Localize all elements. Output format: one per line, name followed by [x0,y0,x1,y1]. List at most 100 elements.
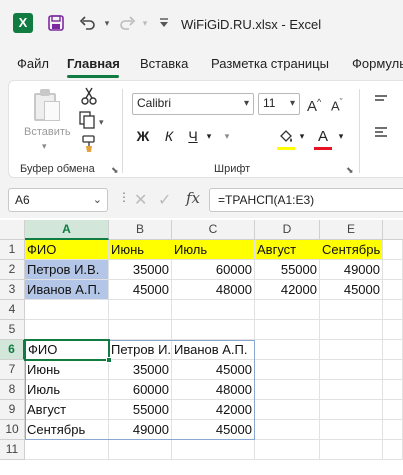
fill-color-icon[interactable] [277,125,295,147]
cell-d5[interactable] [255,320,320,340]
font-color-dropdown-icon[interactable]: ▾ [336,125,346,147]
cell-e4[interactable] [320,300,383,320]
cell-d2[interactable]: 55000 [255,260,320,280]
cell-b8[interactable]: 60000 [109,380,172,400]
cell-c11[interactable] [172,440,255,460]
cell-c7[interactable]: 45000 [172,360,255,380]
insert-function-icon[interactable]: fx [186,189,200,207]
cell-d10[interactable] [255,420,320,440]
cell-b2[interactable]: 35000 [109,260,172,280]
cell-b7[interactable]: 35000 [109,360,172,380]
column-header-a[interactable]: A [25,220,109,240]
cell-f2[interactable] [383,260,403,280]
cell-d4[interactable] [255,300,320,320]
cell-c6[interactable]: Иванов А.П. [172,340,255,360]
cell-e3[interactable]: 45000 [320,280,383,300]
tab-insert[interactable]: Вставка [140,56,188,71]
cell-b1[interactable]: Июнь [109,240,172,260]
cell-e9[interactable] [320,400,383,420]
cell-e10[interactable] [320,420,383,440]
cell-c3[interactable]: 48000 [172,280,255,300]
cancel-icon[interactable]: ✕ [134,190,147,210]
cell-e7[interactable] [320,360,383,380]
cell-c5[interactable] [172,320,255,340]
column-header-d[interactable]: D [255,220,320,240]
row-header-3[interactable]: 3 [0,280,25,300]
cell-a7[interactable]: Июнь [25,360,109,380]
row-header-7[interactable]: 7 [0,360,25,380]
tab-page-layout[interactable]: Разметка страницы [211,56,329,71]
cell-f11[interactable] [383,440,403,460]
cell-a9[interactable]: Август [25,400,109,420]
cell-d1[interactable]: Август [255,240,320,260]
cell-c4[interactable] [172,300,255,320]
copy-icon[interactable] [79,111,95,134]
font-name-select[interactable]: Calibri ▾ [132,93,254,115]
font-launcher-icon[interactable]: ⬊ [346,165,354,176]
enter-icon[interactable]: ✓ [158,190,171,210]
cell-f9[interactable] [383,400,403,420]
cell-c9[interactable]: 42000 [172,400,255,420]
cell-a5[interactable] [25,320,109,340]
row-header-4[interactable]: 4 [0,300,25,320]
row-header-2[interactable]: 2 [0,260,25,280]
underline-button[interactable]: Ч [185,125,201,147]
cell-d9[interactable] [255,400,320,420]
paste-dropdown-icon[interactable]: ▾ [42,141,47,152]
cell-d8[interactable] [255,380,320,400]
cell-a10[interactable]: Сентябрь [25,420,109,440]
cell-a6[interactable]: ФИО [24,339,110,361]
column-header-e[interactable]: E [320,220,383,240]
row-header-11[interactable]: 11 [0,440,25,460]
cell-f10[interactable] [383,420,403,440]
cell-b6[interactable]: Петров И. [109,340,172,360]
cell-e1[interactable]: Сентябрь [320,240,383,260]
cell-b11[interactable] [109,440,172,460]
row-header-6[interactable]: 6 [0,340,25,360]
paste-icon[interactable] [34,89,62,121]
column-header-b[interactable]: B [109,220,172,240]
cell-f5[interactable] [383,320,403,340]
fill-color-dropdown-icon[interactable]: ▾ [297,125,307,147]
cell-d11[interactable] [255,440,320,460]
cell-b9[interactable]: 55000 [109,400,172,420]
cell-d3[interactable]: 42000 [255,280,320,300]
cell-c10[interactable]: 45000 [172,420,255,440]
row-header-5[interactable]: 5 [0,320,25,340]
row-header-1[interactable]: 1 [0,240,25,260]
format-painter-icon[interactable] [81,135,97,158]
cell-d7[interactable] [255,360,320,380]
cell-e5[interactable] [320,320,383,340]
cell-a3[interactable]: Иванов А.П. [25,280,109,300]
cut-icon[interactable] [81,87,97,110]
cell-d6[interactable] [255,340,320,360]
customize-qat-icon[interactable] [153,12,175,34]
tab-file[interactable]: Файл [17,56,49,71]
font-color-button[interactable]: A [314,125,332,147]
bold-button[interactable]: Ж [135,125,151,147]
cell-f1[interactable] [383,240,403,260]
paste-button-label[interactable]: Вставить [24,126,71,138]
clipboard-launcher-icon[interactable]: ⬊ [111,165,119,176]
italic-button[interactable]: К [161,125,177,147]
cell-a1[interactable]: ФИО [25,240,109,260]
column-header-c[interactable]: C [172,220,255,240]
fill-handle[interactable] [106,357,112,363]
cell-a4[interactable] [25,300,109,320]
copy-dropdown-icon[interactable]: ▾ [99,113,104,131]
cell-b4[interactable] [109,300,172,320]
cell-c8[interactable]: 48000 [172,380,255,400]
formula-input[interactable]: =ТРАНСП(A1:E3) [209,188,403,212]
row-header-10[interactable]: 10 [0,420,25,440]
cell-a2[interactable]: Петров И.В. [25,260,109,280]
borders-dropdown-icon[interactable]: ▾ [222,125,232,147]
undo-dropdown-icon[interactable]: ▾ [96,12,118,34]
save-icon[interactable] [45,12,67,34]
name-box[interactable]: A6 ⌄ [8,188,108,212]
cell-f8[interactable] [383,380,403,400]
cell-b3[interactable]: 45000 [109,280,172,300]
cell-f7[interactable] [383,360,403,380]
cell-a8[interactable]: Июль [25,380,109,400]
column-header-f[interactable] [383,220,403,240]
tab-home[interactable]: Главная [67,56,120,71]
